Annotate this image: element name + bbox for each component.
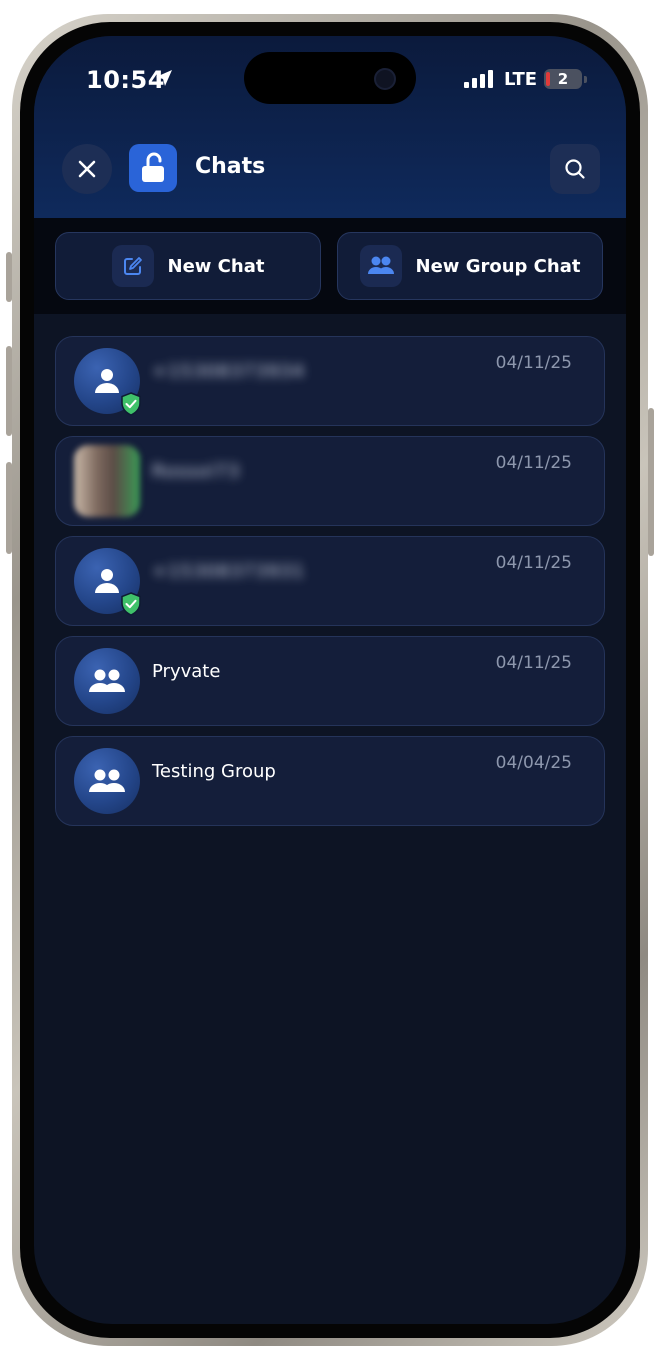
battery-level: 2 — [557, 70, 569, 88]
group-icon — [89, 769, 125, 792]
chat-date: 04/11/25 — [495, 653, 572, 673]
avatar-photo — [74, 445, 140, 517]
chat-date: 04/04/25 — [495, 753, 572, 773]
chat-item[interactable]: Testing Group 04/04/25 — [55, 736, 605, 826]
compose-icon — [111, 245, 154, 287]
battery-icon: 2 — [544, 69, 587, 89]
screen: 10:54 LTE 2 Chats New Chat New Group Cha… — [34, 36, 626, 1324]
close-icon — [78, 160, 96, 178]
signal-icon — [464, 70, 493, 88]
header-area: 10:54 LTE 2 Chats — [34, 36, 626, 218]
chat-name: +15308373931 — [152, 561, 306, 582]
front-camera — [374, 68, 396, 90]
verified-shield-icon — [121, 592, 141, 616]
page-title: Chats — [195, 154, 266, 179]
actions-bar: New Chat New Group Chat — [34, 218, 626, 314]
chat-item[interactable]: +15308373931 04/11/25 — [55, 536, 605, 626]
person-icon — [95, 569, 119, 593]
new-chat-button[interactable]: New Chat — [55, 232, 321, 300]
avatar — [74, 648, 140, 714]
verified-shield-icon — [121, 392, 141, 416]
network-type: LTE — [504, 69, 538, 90]
chat-item[interactable]: +15308373934 04/11/25 — [55, 336, 605, 426]
avatar — [74, 748, 140, 814]
chat-item[interactable]: Pryvate 04/11/25 — [55, 636, 605, 726]
new-group-chat-label: New Group Chat — [415, 255, 581, 277]
power-button — [648, 408, 654, 556]
chat-name: Testing Group — [152, 761, 276, 782]
location-arrow-icon — [156, 70, 172, 86]
chat-date: 04/11/25 — [495, 553, 572, 573]
dynamic-island — [244, 52, 416, 104]
close-button[interactable] — [62, 144, 112, 194]
unlocked-padlock-icon — [142, 152, 164, 182]
new-group-chat-button[interactable]: New Group Chat — [337, 232, 603, 300]
chat-date: 04/11/25 — [495, 353, 572, 373]
search-button[interactable] — [550, 144, 600, 194]
app-logo — [129, 144, 177, 192]
new-chat-label: New Chat — [167, 255, 265, 277]
chat-name: +15308373934 — [152, 361, 306, 382]
chat-item[interactable]: Rossol73 04/11/25 — [55, 436, 605, 526]
chat-name: Pryvate — [152, 661, 221, 682]
chat-name: Rossol73 — [152, 461, 241, 482]
chat-date: 04/11/25 — [495, 453, 572, 473]
group-icon — [89, 669, 125, 692]
person-icon — [95, 369, 119, 393]
search-icon — [565, 159, 585, 179]
group-icon — [359, 245, 402, 287]
